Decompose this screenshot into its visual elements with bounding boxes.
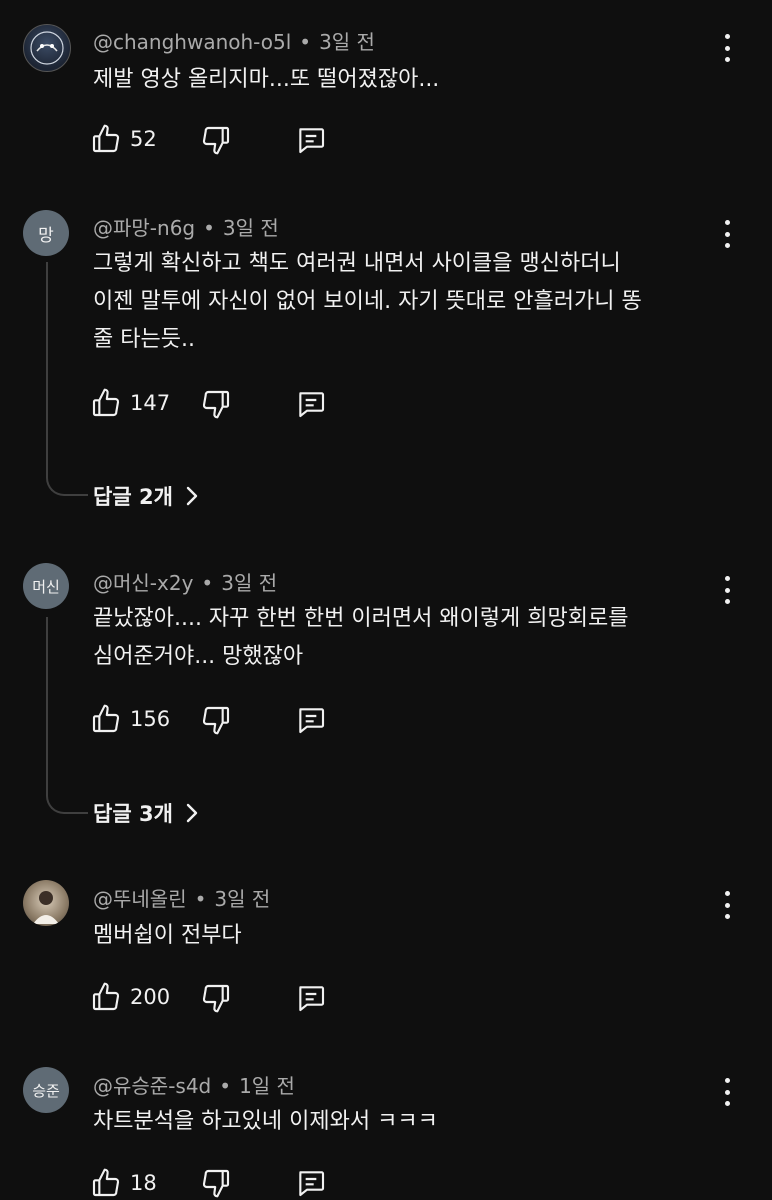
comment-meta: @changhwanoh-o5l • 3일 전 — [93, 26, 375, 55]
comment-text-line: 제발 영상 올리지마...또 떨어졌잖아... — [93, 67, 440, 92]
author-name[interactable]: @changhwanoh-o5l — [93, 30, 291, 54]
like-button[interactable]: 156 — [90, 703, 170, 735]
comment-actions: 52 — [90, 122, 157, 156]
comment-text-line: 줄 타는듯.. — [93, 327, 195, 352]
replies-label: 답글 3개 — [93, 802, 173, 826]
comment-text-line: 심어준거야... 망했잖아 — [93, 644, 304, 669]
like-button[interactable]: 52 — [90, 123, 157, 155]
author-name[interactable]: @머신-x2y — [93, 571, 193, 595]
like-count: 18 — [130, 1171, 157, 1195]
separator-dot: • — [194, 887, 207, 911]
comment-meta: @유승준-s4d • 1일 전 — [93, 1070, 295, 1099]
comment-text: 끝났잖아.... 자꾸 한번 한번 이러면서 왜이렇게 희망회로를 심어준거야.… — [93, 600, 712, 676]
thumbs-down-icon[interactable] — [200, 704, 232, 736]
comment-text: 제발 영상 올리지마...또 떨어졌잖아... — [93, 61, 712, 99]
like-count: 156 — [130, 707, 171, 731]
avatar[interactable]: 머신 — [23, 563, 69, 609]
avatar[interactable]: 망 — [23, 210, 69, 256]
avatar-image — [30, 31, 64, 65]
like-count: 200 — [130, 985, 171, 1009]
comment-meta: @뚜네올린 • 3일 전 — [93, 883, 270, 912]
comment-actions: 18 — [90, 1166, 157, 1200]
thumbs-down-icon[interactable] — [200, 124, 232, 156]
like-button[interactable]: 147 — [90, 387, 170, 419]
comment-text: 그렇게 확신하고 책도 여러권 내면서 사이클을 맹신하더니 이젠 말투에 자신… — [93, 245, 712, 359]
more-vertical-icon[interactable] — [715, 887, 739, 923]
thumbs-down-icon[interactable] — [200, 1167, 232, 1199]
comment-icon[interactable] — [295, 124, 327, 156]
separator-dot: • — [201, 571, 214, 595]
more-vertical-icon[interactable] — [715, 572, 739, 608]
chevron-right-icon — [186, 803, 198, 823]
separator-dot: • — [219, 1074, 232, 1098]
more-vertical-icon[interactable] — [715, 30, 739, 66]
like-button[interactable]: 18 — [90, 1167, 157, 1199]
comment-time: 3일 전 — [221, 571, 278, 595]
comment-time: 3일 전 — [319, 30, 375, 54]
comment-icon[interactable] — [295, 982, 327, 1014]
avatar[interactable] — [23, 880, 69, 926]
view-replies-button[interactable]: 답글 2개 — [93, 481, 199, 511]
comment-time: 3일 전 — [222, 216, 279, 240]
comment-text: 멤버쉽이 전부다 — [93, 917, 712, 955]
author-name[interactable]: @파망-n6g — [93, 216, 195, 240]
like-count: 147 — [130, 391, 171, 415]
separator-dot: • — [299, 30, 312, 54]
avatar[interactable]: 승준 — [23, 1067, 69, 1113]
comment-meta: @파망-n6g • 3일 전 — [93, 212, 279, 241]
separator-dot: • — [203, 216, 215, 240]
thumbs-up-icon — [92, 1168, 120, 1197]
comment-text: 차트분석을 하고있네 이제와서 ㅋㅋㅋ — [93, 1103, 712, 1141]
replies-label: 답글 2개 — [93, 485, 173, 509]
comment-actions: 200 — [90, 980, 170, 1014]
thumbs-up-icon — [92, 124, 120, 153]
thumbs-up-icon — [92, 982, 120, 1011]
thumbs-up-icon — [92, 704, 120, 733]
comment-actions: 156 — [90, 702, 170, 736]
author-name[interactable]: @유승준-s4d — [93, 1074, 211, 1098]
comment-actions: 147 — [90, 386, 170, 420]
comment-icon[interactable] — [295, 388, 327, 420]
like-button[interactable]: 200 — [90, 981, 170, 1013]
view-replies-button[interactable]: 답글 3개 — [93, 798, 199, 828]
comment-time: 1일 전 — [239, 1074, 295, 1098]
comment-text-line: 끝났잖아.... 자꾸 한번 한번 이러면서 왜이렇게 희망회로를 — [93, 606, 629, 631]
comment-icon[interactable] — [295, 1167, 327, 1199]
more-vertical-icon[interactable] — [715, 216, 739, 252]
more-vertical-icon[interactable] — [715, 1074, 739, 1110]
comment-text-line: 차트분석을 하고있네 이제와서 ㅋㅋㅋ — [93, 1109, 438, 1134]
avatar[interactable] — [23, 24, 71, 72]
thread-line — [46, 617, 88, 814]
author-name[interactable]: @뚜네올린 — [93, 887, 187, 911]
chevron-right-icon — [186, 486, 198, 506]
comment-text-line: 이젠 말투에 자신이 없어 보이네. 자기 뜻대로 안흘러가니 똥 — [93, 289, 642, 314]
thumbs-down-icon[interactable] — [200, 388, 232, 420]
comment-icon[interactable] — [295, 704, 327, 736]
thread-line — [46, 262, 88, 496]
comment-text-line: 그렇게 확신하고 책도 여러권 내면서 사이클을 맹신하더니 — [93, 251, 621, 276]
like-count: 52 — [130, 127, 157, 151]
thumbs-down-icon[interactable] — [200, 982, 232, 1014]
comment-text-line: 멤버쉽이 전부다 — [93, 923, 242, 948]
avatar-image — [33, 891, 59, 924]
thumbs-up-icon — [92, 388, 120, 417]
comment-meta: @머신-x2y • 3일 전 — [93, 567, 277, 596]
comment-time: 3일 전 — [214, 887, 271, 911]
